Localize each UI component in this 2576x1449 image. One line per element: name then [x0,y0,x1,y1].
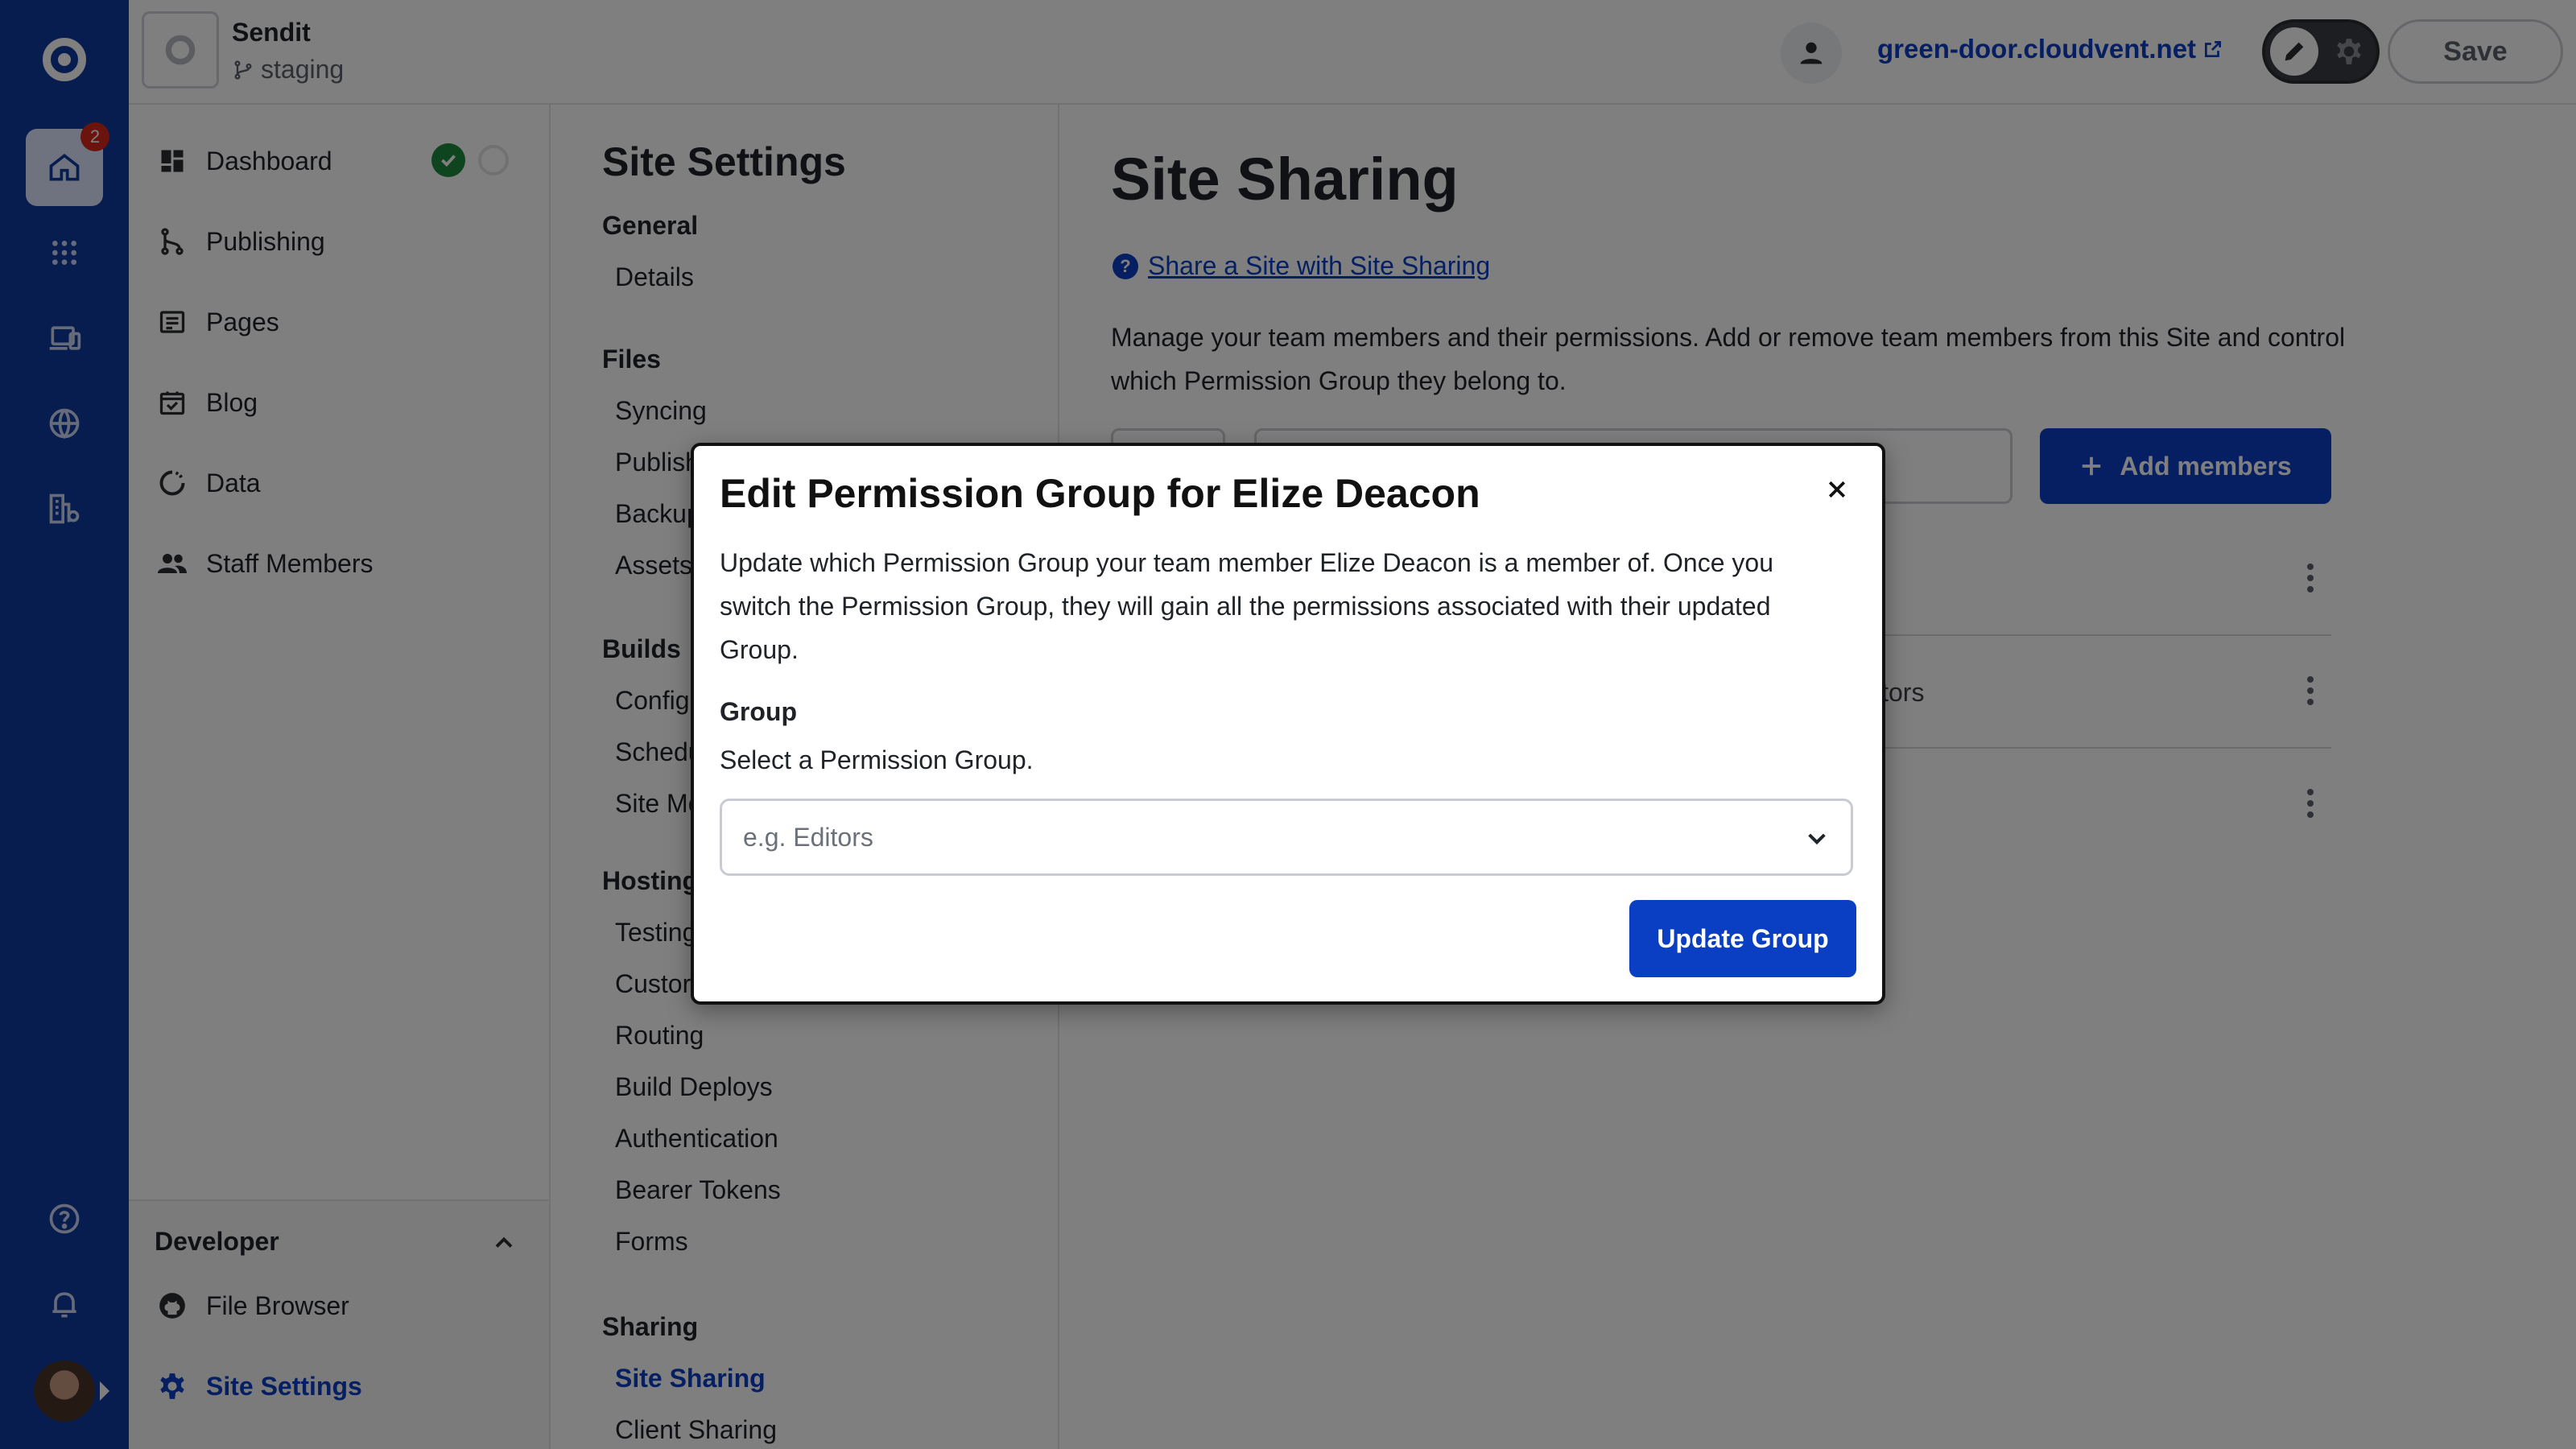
group-field-hint: Select a Permission Group. [720,745,1034,774]
edit-permission-group-dialog: Edit Permission Group for Elize Deacon U… [691,443,1885,1005]
permission-group-select[interactable]: e.g. Editors [720,799,1853,876]
update-group-button[interactable]: Update Group [1629,900,1856,977]
dialog-description: Update which Permission Group your team … [720,548,1773,664]
select-placeholder: e.g. Editors [743,822,873,852]
close-icon[interactable] [1816,469,1858,510]
chevron-down-icon [1808,833,1826,845]
dialog-title: Edit Permission Group for Elize Deacon [720,471,1480,516]
group-field-label: Group [720,697,797,726]
